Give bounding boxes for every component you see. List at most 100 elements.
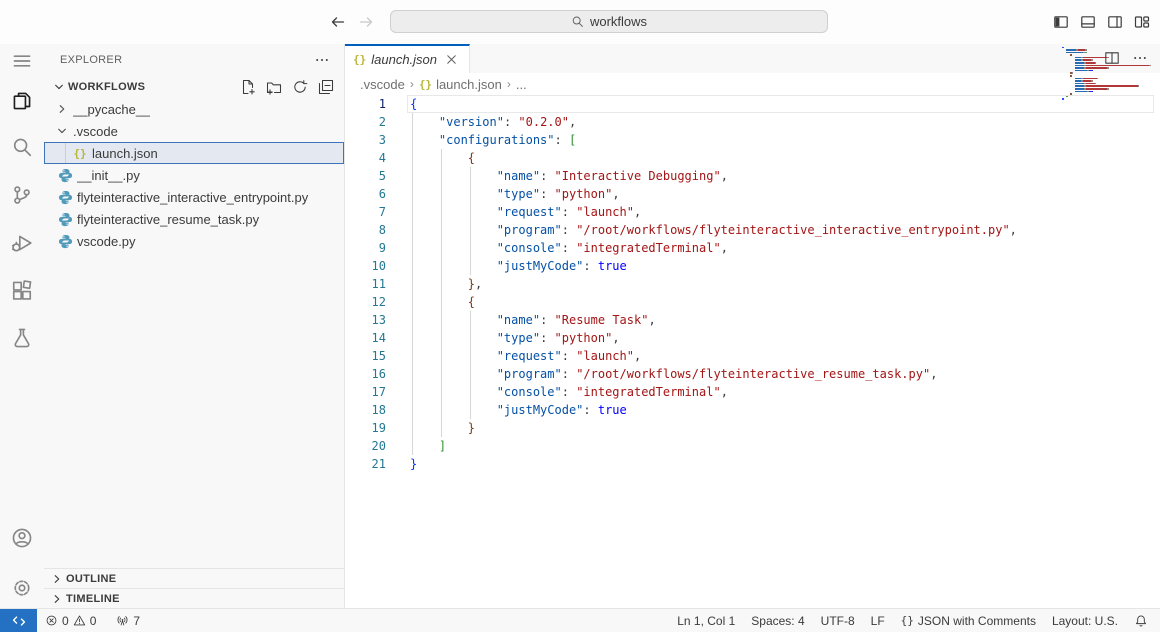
chevron-down-icon bbox=[55, 124, 71, 138]
status-bar: 0 0 7 Ln 1, Col 1Spaces: 4UTF-8LF{}JSON … bbox=[0, 608, 1160, 632]
status-lf[interactable]: LF bbox=[863, 609, 893, 632]
code-line-21[interactable]: 21} bbox=[345, 455, 1160, 473]
outline-section[interactable]: OUTLINE bbox=[44, 568, 344, 588]
breadcrumb-folder[interactable]: .vscode bbox=[360, 77, 405, 92]
new-file-icon[interactable] bbox=[240, 79, 256, 95]
chevron-right-icon bbox=[50, 592, 64, 606]
activity-account-button[interactable] bbox=[0, 521, 44, 555]
status-ln-1-col-1[interactable]: Ln 1, Col 1 bbox=[669, 609, 743, 632]
code-line-4[interactable]: 4 { bbox=[345, 149, 1160, 167]
code-line-10[interactable]: 10 "justMyCode": true bbox=[345, 257, 1160, 275]
tree-item-launch-json[interactable]: {}launch.json bbox=[44, 142, 344, 164]
code-editor[interactable]: 1{2 "version": "0.2.0",3 "configurations… bbox=[345, 95, 1160, 608]
tree-item-flyteinteractive-resume-task-py[interactable]: flyteinteractive_resume_task.py bbox=[44, 208, 344, 230]
layout-controls bbox=[1053, 14, 1150, 30]
error-count: 0 bbox=[62, 614, 69, 628]
breadcrumb-file[interactable]: launch.json bbox=[436, 77, 502, 92]
toggle-secondary-sidebar-icon[interactable] bbox=[1107, 14, 1123, 30]
code-line-20[interactable]: 20 ] bbox=[345, 437, 1160, 455]
code-line-5[interactable]: 5 "name": "Interactive Debugging", bbox=[345, 167, 1160, 185]
code-line-18[interactable]: 18 "justMyCode": true bbox=[345, 401, 1160, 419]
code-line-16[interactable]: 16 "program": "/root/workflows/flyteinte… bbox=[345, 365, 1160, 383]
collapse-all-icon[interactable] bbox=[318, 79, 334, 95]
tree-item-vscode-py[interactable]: vscode.py bbox=[44, 230, 344, 252]
python-file-icon bbox=[57, 234, 73, 249]
line-number: 16 bbox=[345, 365, 386, 383]
chevron-right-icon bbox=[55, 102, 71, 116]
close-tab-icon[interactable] bbox=[444, 52, 460, 68]
activity-menu-button[interactable] bbox=[0, 44, 44, 78]
explorer-more-actions-icon[interactable] bbox=[314, 52, 330, 68]
activity-settings-button[interactable] bbox=[0, 571, 44, 605]
code-line-6[interactable]: 6 "type": "python", bbox=[345, 185, 1160, 203]
line-number: 2 bbox=[345, 113, 386, 131]
new-folder-icon[interactable] bbox=[266, 79, 282, 95]
code-line-13[interactable]: 13 "name": "Resume Task", bbox=[345, 311, 1160, 329]
tree-item--pycache-[interactable]: __pycache__ bbox=[44, 98, 344, 120]
explorer-icon bbox=[11, 90, 33, 112]
code-line-1[interactable]: 1{ bbox=[345, 95, 1160, 113]
code-line-12[interactable]: 12 { bbox=[345, 293, 1160, 311]
python-file-icon bbox=[57, 190, 73, 205]
chevron-right-icon: › bbox=[410, 77, 414, 91]
code-line-11[interactable]: 11 }, bbox=[345, 275, 1160, 293]
code-line-7[interactable]: 7 "request": "launch", bbox=[345, 203, 1160, 221]
json-file-icon: {} bbox=[353, 53, 366, 66]
command-center-search[interactable]: workflows bbox=[390, 10, 828, 33]
status-utf-8[interactable]: UTF-8 bbox=[813, 609, 863, 632]
toggle-sidebar-icon[interactable] bbox=[1053, 14, 1069, 30]
warning-count: 0 bbox=[90, 614, 97, 628]
toggle-panel-icon[interactable] bbox=[1080, 14, 1096, 30]
code-line-9[interactable]: 9 "console": "integratedTerminal", bbox=[345, 239, 1160, 257]
tree-item-flyteinteractive-interactive-entrypoint-py[interactable]: flyteinteractive_interactive_entrypoint.… bbox=[44, 186, 344, 208]
activity-search-button[interactable] bbox=[0, 130, 44, 164]
nav-back-button[interactable] bbox=[330, 14, 346, 30]
timeline-section[interactable]: TIMELINE bbox=[44, 588, 344, 608]
remote-indicator[interactable] bbox=[0, 609, 37, 632]
chevron-right-icon bbox=[50, 572, 64, 586]
testing-icon bbox=[11, 327, 33, 349]
breadcrumb-symbol[interactable]: ... bbox=[516, 77, 527, 92]
ports-status[interactable]: 7 bbox=[110, 609, 146, 632]
code-line-2[interactable]: 2 "version": "0.2.0", bbox=[345, 113, 1160, 131]
status-right: Ln 1, Col 1Spaces: 4UTF-8LF{}JSON with C… bbox=[669, 609, 1156, 632]
activity-explorer-button[interactable] bbox=[0, 84, 44, 118]
code-line-3[interactable]: 3 "configurations": [ bbox=[345, 131, 1160, 149]
line-number: 1 bbox=[345, 95, 386, 113]
activity-testing-button[interactable] bbox=[0, 321, 44, 355]
activity-source-control-button[interactable] bbox=[0, 178, 44, 212]
status-spaces-4[interactable]: Spaces: 4 bbox=[743, 609, 812, 632]
activity-extensions-button[interactable] bbox=[0, 274, 44, 308]
line-number: 12 bbox=[345, 293, 386, 311]
tree-item--init-py[interactable]: __init__.py bbox=[44, 164, 344, 186]
line-number: 10 bbox=[345, 257, 386, 275]
json-file-icon: {} bbox=[72, 147, 88, 160]
code-line-19[interactable]: 19 } bbox=[345, 419, 1160, 437]
code-line-15[interactable]: 15 "request": "launch", bbox=[345, 347, 1160, 365]
python-file-icon bbox=[57, 168, 73, 183]
activity-run-debug-button[interactable] bbox=[0, 226, 44, 260]
notifications-bell-icon[interactable] bbox=[1126, 609, 1156, 632]
python-file-icon bbox=[57, 212, 73, 227]
chevron-down-icon bbox=[52, 80, 66, 94]
status-layout-u-s-[interactable]: Layout: U.S. bbox=[1044, 609, 1126, 632]
line-number: 5 bbox=[345, 167, 386, 185]
line-number: 3 bbox=[345, 131, 386, 149]
refresh-icon[interactable] bbox=[292, 79, 308, 95]
code-line-14[interactable]: 14 "type": "python", bbox=[345, 329, 1160, 347]
search-icon bbox=[571, 15, 584, 28]
minimap[interactable] bbox=[1062, 46, 1154, 100]
explorer-title: EXPLORER bbox=[60, 54, 122, 66]
customize-layout-icon[interactable] bbox=[1134, 14, 1150, 30]
tab-launch-json[interactable]: {} launch.json bbox=[345, 44, 470, 73]
tree-item--vscode[interactable]: .vscode bbox=[44, 120, 344, 142]
line-number: 19 bbox=[345, 419, 386, 437]
indent-guide bbox=[65, 143, 66, 163]
nav-forward-button[interactable] bbox=[358, 14, 374, 30]
code-line-8[interactable]: 8 "program": "/root/workflows/flyteinter… bbox=[345, 221, 1160, 239]
code-line-17[interactable]: 17 "console": "integratedTerminal", bbox=[345, 383, 1160, 401]
problems-status[interactable]: 0 0 bbox=[39, 609, 102, 632]
status-json-with-comments[interactable]: {}JSON with Comments bbox=[893, 609, 1044, 632]
remote-icon bbox=[12, 614, 26, 628]
vscode-window: workflows EXPLORER WORKFLOWS __pycache__… bbox=[0, 0, 1160, 632]
